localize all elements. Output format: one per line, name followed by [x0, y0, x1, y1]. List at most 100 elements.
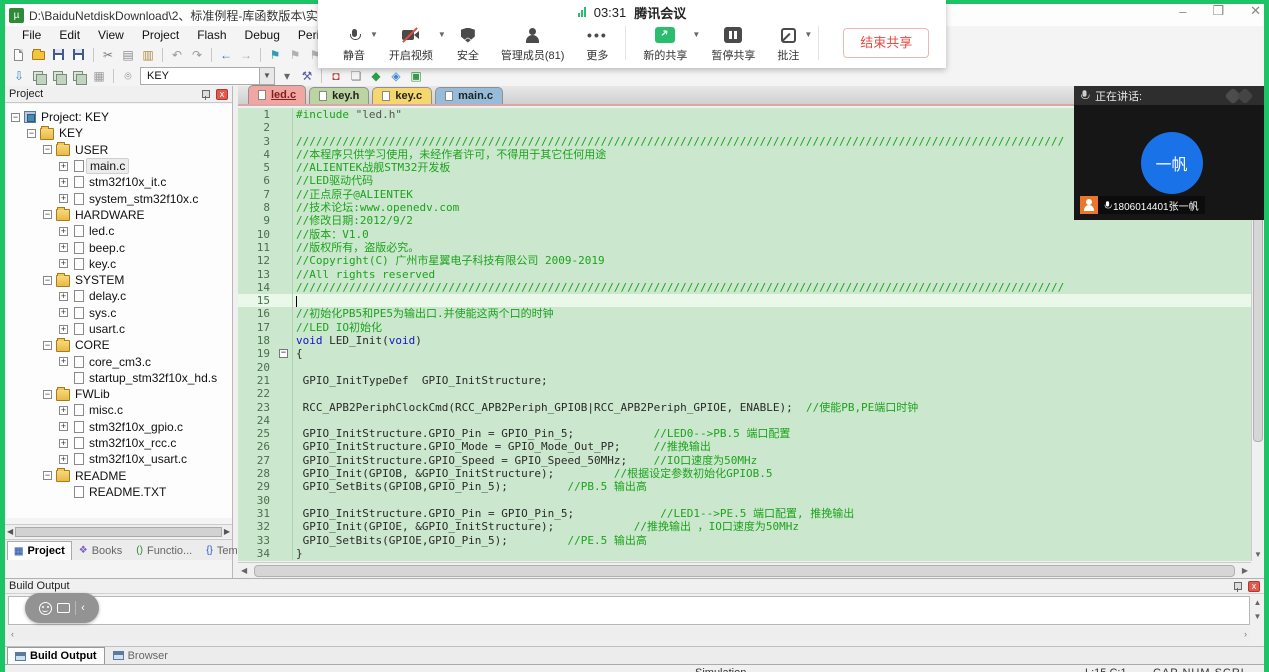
editor-horizontal-scrollbar[interactable]: ◀ ▶ [238, 562, 1251, 578]
menu-item-debug[interactable]: Debug [236, 26, 289, 44]
code-line-19[interactable]: 19−{ [238, 347, 1251, 360]
nav-forward-icon[interactable]: → [237, 47, 255, 63]
tree-item-sys-c[interactable]: +sys.c [5, 305, 232, 321]
code-line-33[interactable]: 33 GPIO_SetBits(GPIOE,GPIO_Pin_5); //PE.… [238, 534, 1251, 547]
configure-icon[interactable]: ◈ [387, 68, 405, 84]
code-line-21[interactable]: 21 GPIO_InitTypeDef GPIO_InitStructure; [238, 374, 1251, 387]
collapse-arrow-icon[interactable]: ‹ [81, 602, 85, 614]
meeting-reaction-pill[interactable]: ‹ [25, 593, 99, 623]
paste-icon[interactable]: ▥ [139, 47, 157, 63]
menu-item-project[interactable]: Project [133, 26, 188, 44]
tree-item-stm32f10x-rcc-c[interactable]: +stm32f10x_rcc.c [5, 435, 232, 451]
code-line-10[interactable]: 10//版本：V1.0 [238, 228, 1251, 241]
code-line-17[interactable]: 17//LED IO初始化 [238, 321, 1251, 334]
undo-icon[interactable]: ↶ [168, 47, 186, 63]
dropdown-icon[interactable]: ▾ [278, 68, 296, 84]
video-area[interactable]: 一帆 1806014401张一帆 [1074, 105, 1269, 220]
code-line-28[interactable]: 28 GPIO_Init(GPIOB, &GPIO_InitStructure)… [238, 467, 1251, 480]
batch-build-icon[interactable] [70, 68, 88, 84]
code-line-27[interactable]: 27 GPIO_InitStructure.GPIO_Speed = GPIO_… [238, 454, 1251, 467]
load-icon[interactable]: ⌾ [119, 68, 137, 84]
expand-icon[interactable]: + [59, 422, 68, 431]
emoji-icon[interactable] [39, 602, 52, 615]
code-line-24[interactable]: 24 [238, 414, 1251, 427]
tree-item-hardware[interactable]: −HARDWARE [5, 207, 232, 223]
code-line-23[interactable]: 23 RCC_APB2PeriphClockCmd(RCC_APB2Periph… [238, 401, 1251, 414]
expand-icon[interactable]: + [59, 227, 68, 236]
code-line-31[interactable]: 31 GPIO_InitStructure.GPIO_Pin = GPIO_Pi… [238, 507, 1251, 520]
bookmark-next-icon[interactable]: ⚑ [286, 47, 304, 63]
tree-item-key-c[interactable]: +key.c [5, 256, 232, 272]
tree-item-beep-c[interactable]: +beep.c [5, 239, 232, 255]
tree-item-stm32f10x-it-c[interactable]: +stm32f10x_it.c [5, 174, 232, 190]
target-select[interactable]: KEY▼ [140, 67, 275, 85]
menu-item-flash[interactable]: Flash [188, 26, 235, 44]
code-line-12[interactable]: 12//Copyright(C) 广州市星翼电子科技有限公司 2009-2019 [238, 254, 1251, 267]
collapse-icon[interactable]: − [43, 471, 52, 480]
chevron-down-icon[interactable]: ▼ [259, 68, 274, 84]
collapse-icon[interactable]: − [43, 145, 52, 154]
collapse-icon[interactable]: − [43, 210, 52, 219]
copy-icon[interactable]: ▤ [119, 47, 137, 63]
tree-item-delay-c[interactable]: +delay.c [5, 288, 232, 304]
expand-icon[interactable]: + [59, 357, 68, 366]
build-output-vertical-scrollbar[interactable]: ▲▼ [1251, 596, 1264, 625]
tree-item-key[interactable]: −KEY [5, 125, 232, 141]
code-line-20[interactable]: 20 [238, 361, 1251, 374]
expand-icon[interactable]: + [59, 243, 68, 252]
meeting-button-pause-share[interactable]: 暂停共享 [700, 24, 766, 63]
flash-config-icon[interactable]: ⚒ [298, 68, 316, 84]
tree-item-system-stm32f10x-c[interactable]: +system_stm32f10x.c [5, 190, 232, 206]
tree-item-startup-stm32f10x-hd-s[interactable]: startup_stm32f10x_hd.s [5, 370, 232, 386]
scroll-left-icon[interactable]: ‹ [11, 629, 14, 639]
chat-icon[interactable] [57, 603, 70, 613]
bottom-tab-browser[interactable]: Browser [105, 647, 176, 664]
scroll-down-icon[interactable]: ▼ [1252, 548, 1264, 561]
meeting-button-share-screen[interactable]: 新的共享 [632, 24, 698, 63]
pin-icon[interactable] [1233, 581, 1242, 592]
expand-icon[interactable]: + [59, 292, 68, 301]
tree-item-user[interactable]: −USER [5, 142, 232, 158]
new-file-icon[interactable] [10, 47, 28, 63]
panel-tab-project[interactable]: ▦Project [7, 541, 72, 560]
editor-tab-key-h[interactable]: key.h [309, 87, 369, 104]
expand-icon[interactable]: + [59, 259, 68, 268]
scroll-right-icon[interactable]: ▶ [1239, 566, 1251, 575]
tree-horizontal-scrollbar[interactable]: ◀ ▶ [5, 524, 232, 538]
pin-icon[interactable] [201, 89, 210, 100]
scroll-right-icon[interactable]: › [1244, 629, 1247, 639]
bookmark-icon[interactable]: ⚑ [266, 47, 284, 63]
expand-icon[interactable]: + [59, 325, 68, 334]
nav-back-icon[interactable]: ← [217, 47, 235, 63]
expand-icon[interactable]: + [59, 162, 68, 171]
rebuild-icon[interactable] [50, 68, 68, 84]
code-line-30[interactable]: 30 [238, 494, 1251, 507]
tree-item-fwlib[interactable]: −FWLib [5, 386, 232, 402]
tree-item-core[interactable]: −CORE [5, 337, 232, 353]
scroll-right-icon[interactable]: ▶ [224, 527, 230, 536]
fold-collapse-icon[interactable]: − [279, 349, 288, 358]
tree-item-project-key[interactable]: −Project: KEY [5, 109, 232, 125]
save-icon[interactable] [50, 47, 68, 63]
tree-item-stm32f10x-usart-c[interactable]: +stm32f10x_usart.c [5, 451, 232, 467]
cut-icon[interactable]: ✂ [99, 47, 117, 63]
tree-item-led-c[interactable]: +led.c [5, 223, 232, 239]
target-options-icon[interactable]: ◘ [327, 68, 345, 84]
panel-close-icon[interactable]: x [1248, 581, 1260, 592]
editor-tab-main-c[interactable]: main.c [435, 87, 503, 104]
menu-item-edit[interactable]: Edit [50, 26, 89, 44]
panel-close-icon[interactable]: x [216, 89, 228, 100]
build-output-content[interactable]: ‹ [8, 596, 1250, 625]
build-output-horizontal-scrollbar[interactable]: ‹ › [8, 627, 1250, 641]
expand-icon[interactable]: + [59, 406, 68, 415]
panel-tab-books[interactable]: ❖Books [72, 541, 130, 560]
minimize-icon[interactable]: – [1179, 4, 1186, 19]
scrollbar-thumb[interactable] [15, 527, 222, 537]
save-all-icon[interactable] [70, 47, 88, 63]
meeting-button-shield[interactable]: 安全 [446, 24, 490, 63]
stop-build-icon[interactable]: ▦ [90, 68, 108, 84]
code-line-25[interactable]: 25 GPIO_InitStructure.GPIO_Pin = GPIO_Pi… [238, 427, 1251, 440]
collapse-icon[interactable]: − [43, 390, 52, 399]
menu-item-file[interactable]: File [13, 26, 50, 44]
code-line-18[interactable]: 18void LED_Init(void) [238, 334, 1251, 347]
